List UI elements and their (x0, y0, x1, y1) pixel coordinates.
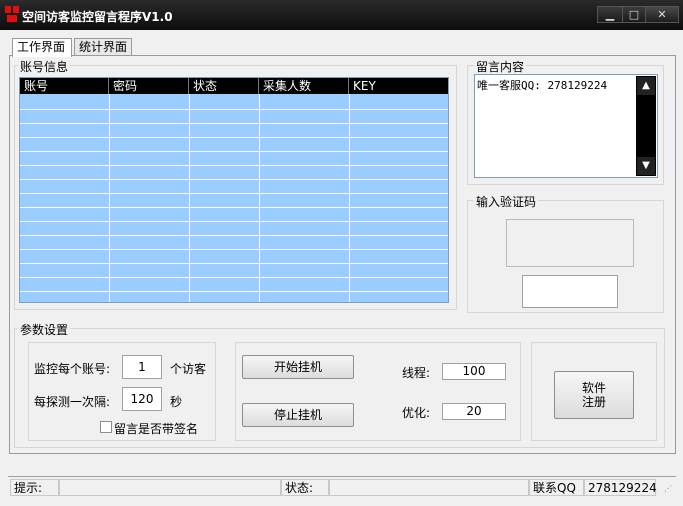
grid-row-line (20, 165, 448, 166)
title-bar[interactable]: 空间访客监控留言程序V1.0 ▁ □ ✕ (0, 0, 683, 30)
params-group-label: 参数设置 (18, 321, 71, 338)
register-button[interactable]: 软件 注册 (554, 371, 634, 419)
start-button[interactable]: 开始挂机 (242, 355, 354, 379)
status-bar: 提示: 状态: 联系QQ 278129224 ⋰ (8, 476, 676, 497)
column-header-password[interactable]: 密码 (109, 78, 189, 94)
message-scrollbar[interactable]: ▲ ▼ (636, 76, 656, 176)
optimize-label: 优化: (402, 406, 431, 420)
accounts-list-header: 账号 密码 状态 采集人数 KEY (20, 78, 448, 94)
app-window: 空间访客监控留言程序V1.0 ▁ □ ✕ 工作界面 统计界面 账号信息 账号 密… (0, 0, 683, 506)
grid-row-line (20, 109, 448, 110)
status-hint-label: 提示: (10, 479, 59, 496)
monitor-count-input[interactable]: 1 (122, 355, 162, 379)
tab-stats[interactable]: 统计界面 (74, 38, 132, 56)
status-state-label: 状态: (281, 479, 329, 496)
grid-row-line (20, 193, 448, 194)
accounts-listview[interactable]: 账号 密码 状态 采集人数 KEY (19, 77, 449, 303)
captcha-image (506, 219, 634, 267)
column-header-collected[interactable]: 采集人数 (259, 78, 349, 94)
interval-label: 每探测一次隔: (34, 395, 111, 409)
optimize-input[interactable]: 20 (442, 403, 506, 420)
register-button-line1: 软件 (581, 381, 606, 395)
signature-label: 留言是否带签名 (114, 422, 199, 436)
app-logo-icon (5, 6, 19, 22)
grid-row-line (20, 179, 448, 180)
grid-row-line (20, 291, 448, 292)
grid-row-line (20, 221, 448, 222)
grid-row-line (20, 235, 448, 236)
scroll-down-icon[interactable]: ▼ (637, 157, 655, 175)
grid-row-line (20, 263, 448, 264)
grid-column-line (109, 94, 110, 302)
monitor-count-unit: 个访客 (170, 362, 207, 376)
column-header-status[interactable]: 状态 (189, 78, 259, 94)
grid-row-line (20, 277, 448, 278)
grid-row-line (20, 207, 448, 208)
grid-column-line (259, 94, 260, 302)
accounts-group-label: 账号信息 (18, 58, 71, 75)
signature-checkbox[interactable] (100, 421, 112, 433)
grid-column-line (189, 94, 190, 302)
grid-row-line (20, 123, 448, 124)
status-hint-value (59, 479, 281, 496)
status-contact-qq: 278129224 (584, 479, 657, 496)
tab-work[interactable]: 工作界面 (12, 38, 72, 57)
status-contact-label: 联系QQ (529, 479, 584, 496)
grid-row-line (20, 249, 448, 250)
close-button[interactable]: ✕ (645, 6, 679, 23)
status-state-value (329, 479, 529, 496)
column-header-key[interactable]: KEY (349, 78, 448, 94)
column-header-account[interactable]: 账号 (20, 78, 109, 94)
interval-input[interactable]: 120 (122, 387, 162, 411)
message-group-label: 留言内容 (474, 58, 527, 75)
message-text: 唯一客服QQ: 278129224 (477, 79, 608, 92)
captcha-input[interactable] (522, 275, 618, 308)
threads-input[interactable]: 100 (442, 363, 506, 380)
minimize-button[interactable]: ▁ (597, 6, 623, 23)
captcha-group-label: 输入验证码 (474, 193, 539, 210)
resize-grip-icon[interactable]: ⋰ (664, 484, 672, 493)
grid-column-line (349, 94, 350, 302)
window-title: 空间访客监控留言程序V1.0 (22, 10, 173, 24)
threads-label: 线程: (402, 366, 431, 380)
grid-row-line (20, 151, 448, 152)
monitor-count-label: 监控每个账号: (34, 362, 111, 376)
scroll-up-icon[interactable]: ▲ (637, 77, 655, 95)
maximize-button[interactable]: □ (622, 6, 646, 23)
grid-row-line (20, 137, 448, 138)
register-button-line2: 注册 (581, 395, 606, 409)
interval-unit: 秒 (170, 395, 183, 409)
message-textarea[interactable]: 唯一客服QQ: 278129224 (474, 74, 658, 178)
stop-button[interactable]: 停止挂机 (242, 403, 354, 427)
